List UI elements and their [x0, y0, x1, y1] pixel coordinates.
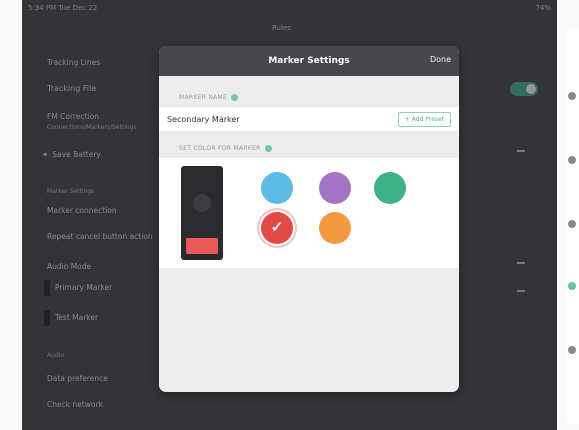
checkmark-icon: ✓	[270, 219, 284, 236]
preview-color-bar	[186, 238, 218, 254]
preview-knob	[193, 194, 211, 212]
lock-icon[interactable]	[568, 220, 576, 228]
info-icon[interactable]	[231, 94, 239, 101]
modal-title: Marker Settings	[268, 56, 350, 66]
info-icon[interactable]	[264, 145, 272, 152]
marker-name-row: Secondary Marker + Add Preset	[159, 107, 459, 131]
modal-header: Marker Settings Done	[159, 46, 459, 76]
color-swatch-green[interactable]	[374, 172, 406, 204]
color-swatch-red[interactable]: ✓	[261, 212, 293, 244]
marker-name-section-label: MARKER NAME	[159, 94, 459, 101]
grid-icon[interactable]	[568, 346, 576, 354]
color-swatch-purple[interactable]	[319, 172, 351, 204]
marker-name-field[interactable]: Secondary Marker	[167, 115, 240, 124]
color-swatch-blue[interactable]	[261, 172, 293, 204]
section-label-text: MARKER NAME	[179, 94, 228, 101]
circle-icon[interactable]	[568, 92, 576, 100]
color-section-label: SET COLOR FOR MARKER	[159, 145, 459, 152]
color-swatch-orange[interactable]	[319, 212, 351, 244]
gear-icon[interactable]	[568, 156, 576, 164]
marker-settings-modal: Marker Settings Done MARKER NAME Seconda…	[159, 46, 459, 392]
add-preset-button[interactable]: + Add Preset	[397, 111, 451, 127]
section-label-text: SET COLOR FOR MARKER	[179, 145, 261, 152]
done-button[interactable]: Done	[430, 55, 451, 64]
check-icon[interactable]	[568, 282, 576, 290]
color-picker-area: ✓	[159, 158, 459, 268]
marker-preview	[181, 166, 223, 260]
